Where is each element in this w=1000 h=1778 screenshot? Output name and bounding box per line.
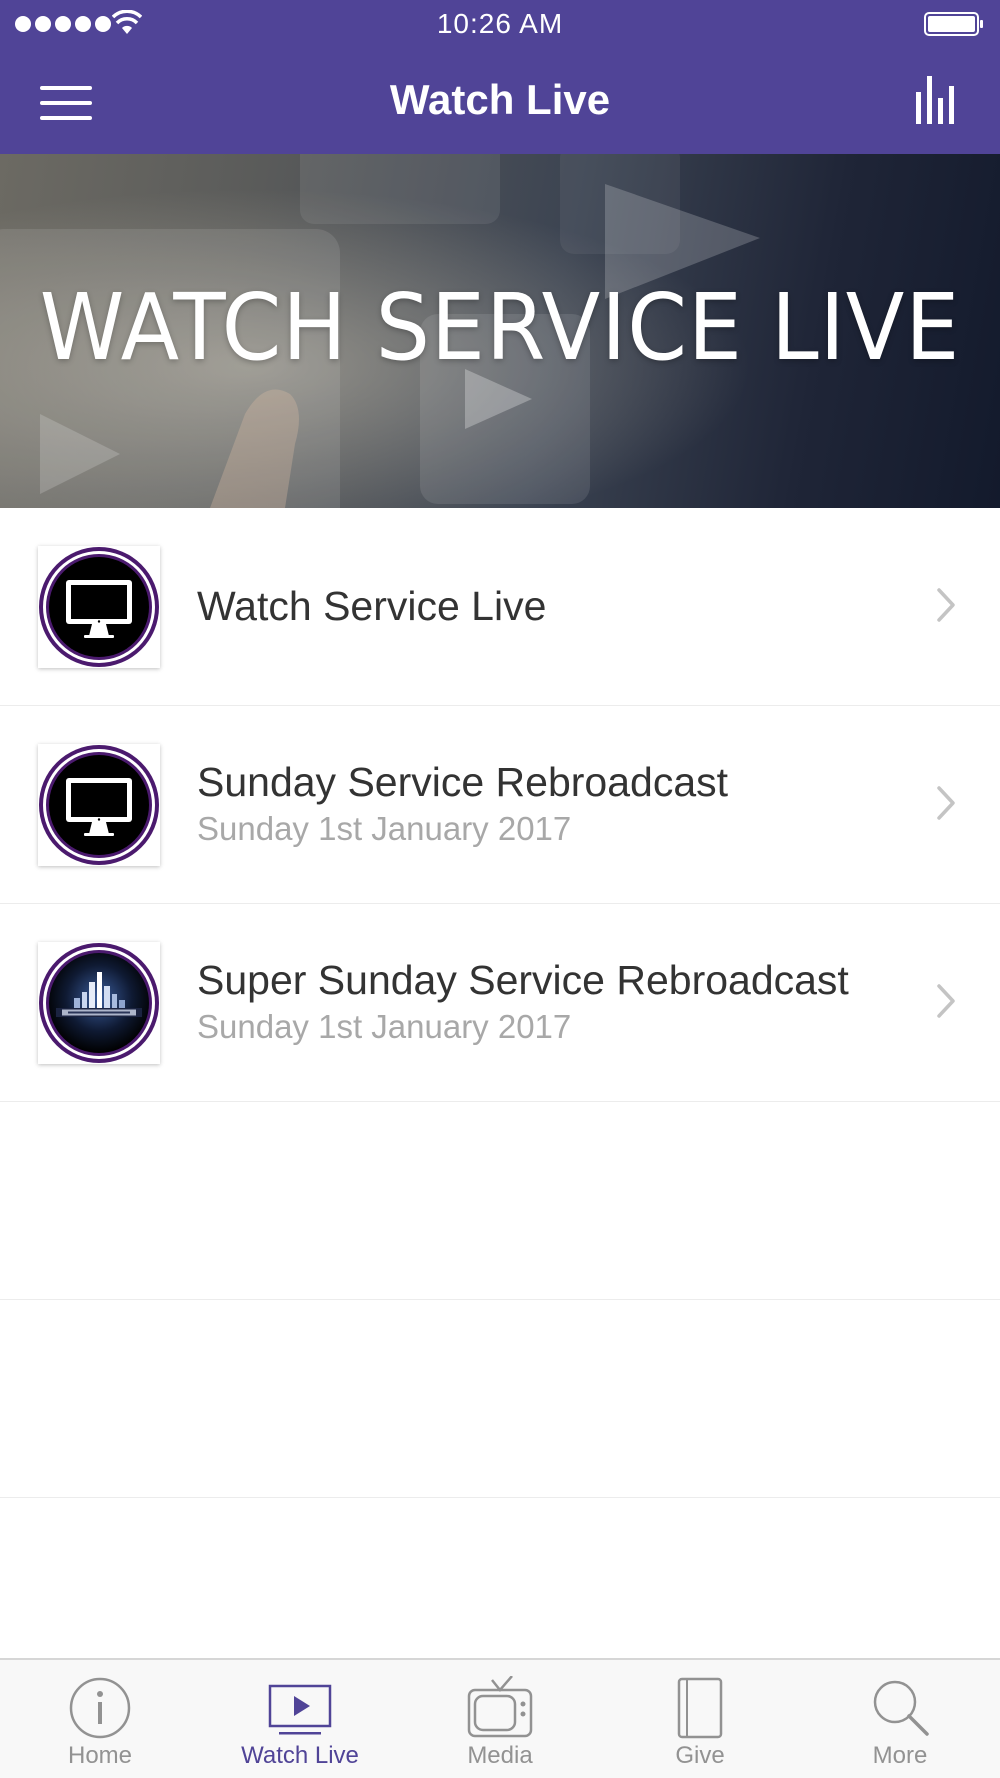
stats-icon[interactable] (914, 76, 960, 126)
live-stream-list: Watch Service Live Sunday Service Rebroa… (0, 508, 1000, 1498)
chevron-right-icon (937, 984, 955, 1018)
search-icon (873, 1680, 929, 1736)
tab-home[interactable]: Home (0, 1660, 200, 1778)
banner-title: WATCH SERVICE LIVE (39, 274, 961, 381)
tab-label: Home (67, 1742, 133, 1769)
item-title: Sunday Service Rebroadcast (197, 759, 729, 805)
tab-label: Watch Live (241, 1742, 359, 1769)
item-title: Watch Service Live (197, 583, 547, 629)
page-title: Watch Live (389, 76, 611, 123)
item-title: Super Sunday Service Rebroadcast (197, 957, 849, 1003)
list-item[interactable]: Sunday Service Rebroadcast Sunday 1st Ja… (0, 706, 1000, 904)
tab-more[interactable]: More (800, 1660, 1000, 1778)
monitor-icon (39, 745, 159, 865)
chevron-right-icon (937, 786, 955, 820)
item-thumbnail (38, 942, 160, 1064)
tv-icon (467, 1676, 533, 1738)
monitor-icon (39, 547, 159, 667)
play-screen-icon (268, 1684, 332, 1735)
tab-bar: Home Watch Live Media Give More (0, 1658, 1000, 1778)
app-screen: 10:26 AM Watch Live WATCH SERVICE LIVE W… (0, 0, 1000, 1778)
tab-watch-live[interactable]: Watch Live (200, 1660, 400, 1778)
chevron-right-icon (937, 588, 955, 622)
tab-label: Give (675, 1742, 725, 1769)
tab-label: Media (467, 1742, 533, 1769)
list-item[interactable]: Super Sunday Service Rebroadcast Sunday … (0, 904, 1000, 1102)
empty-row (0, 1102, 1000, 1300)
item-date: Sunday 1st January 2017 (197, 810, 572, 847)
item-date: Sunday 1st January 2017 (197, 1008, 572, 1045)
info-icon (69, 1677, 131, 1739)
hero-banner: WATCH SERVICE LIVE (0, 154, 1000, 508)
super-sunday-logo (39, 943, 159, 1063)
navigation-bar: Watch Live (0, 50, 1000, 154)
list-item[interactable]: Watch Service Live (0, 508, 1000, 706)
status-time: 10:26 AM (436, 8, 564, 39)
tab-label: More (872, 1742, 928, 1769)
item-thumbnail (38, 744, 160, 866)
status-bar: 10:26 AM (0, 0, 1000, 50)
top-bar: 10:26 AM Watch Live (0, 0, 1000, 154)
battery-icon (924, 12, 983, 36)
tab-give[interactable]: Give (600, 1660, 800, 1778)
item-thumbnail (38, 546, 160, 668)
tablet-icon (677, 1677, 723, 1739)
empty-row (0, 1300, 1000, 1498)
tab-media[interactable]: Media (400, 1660, 600, 1778)
